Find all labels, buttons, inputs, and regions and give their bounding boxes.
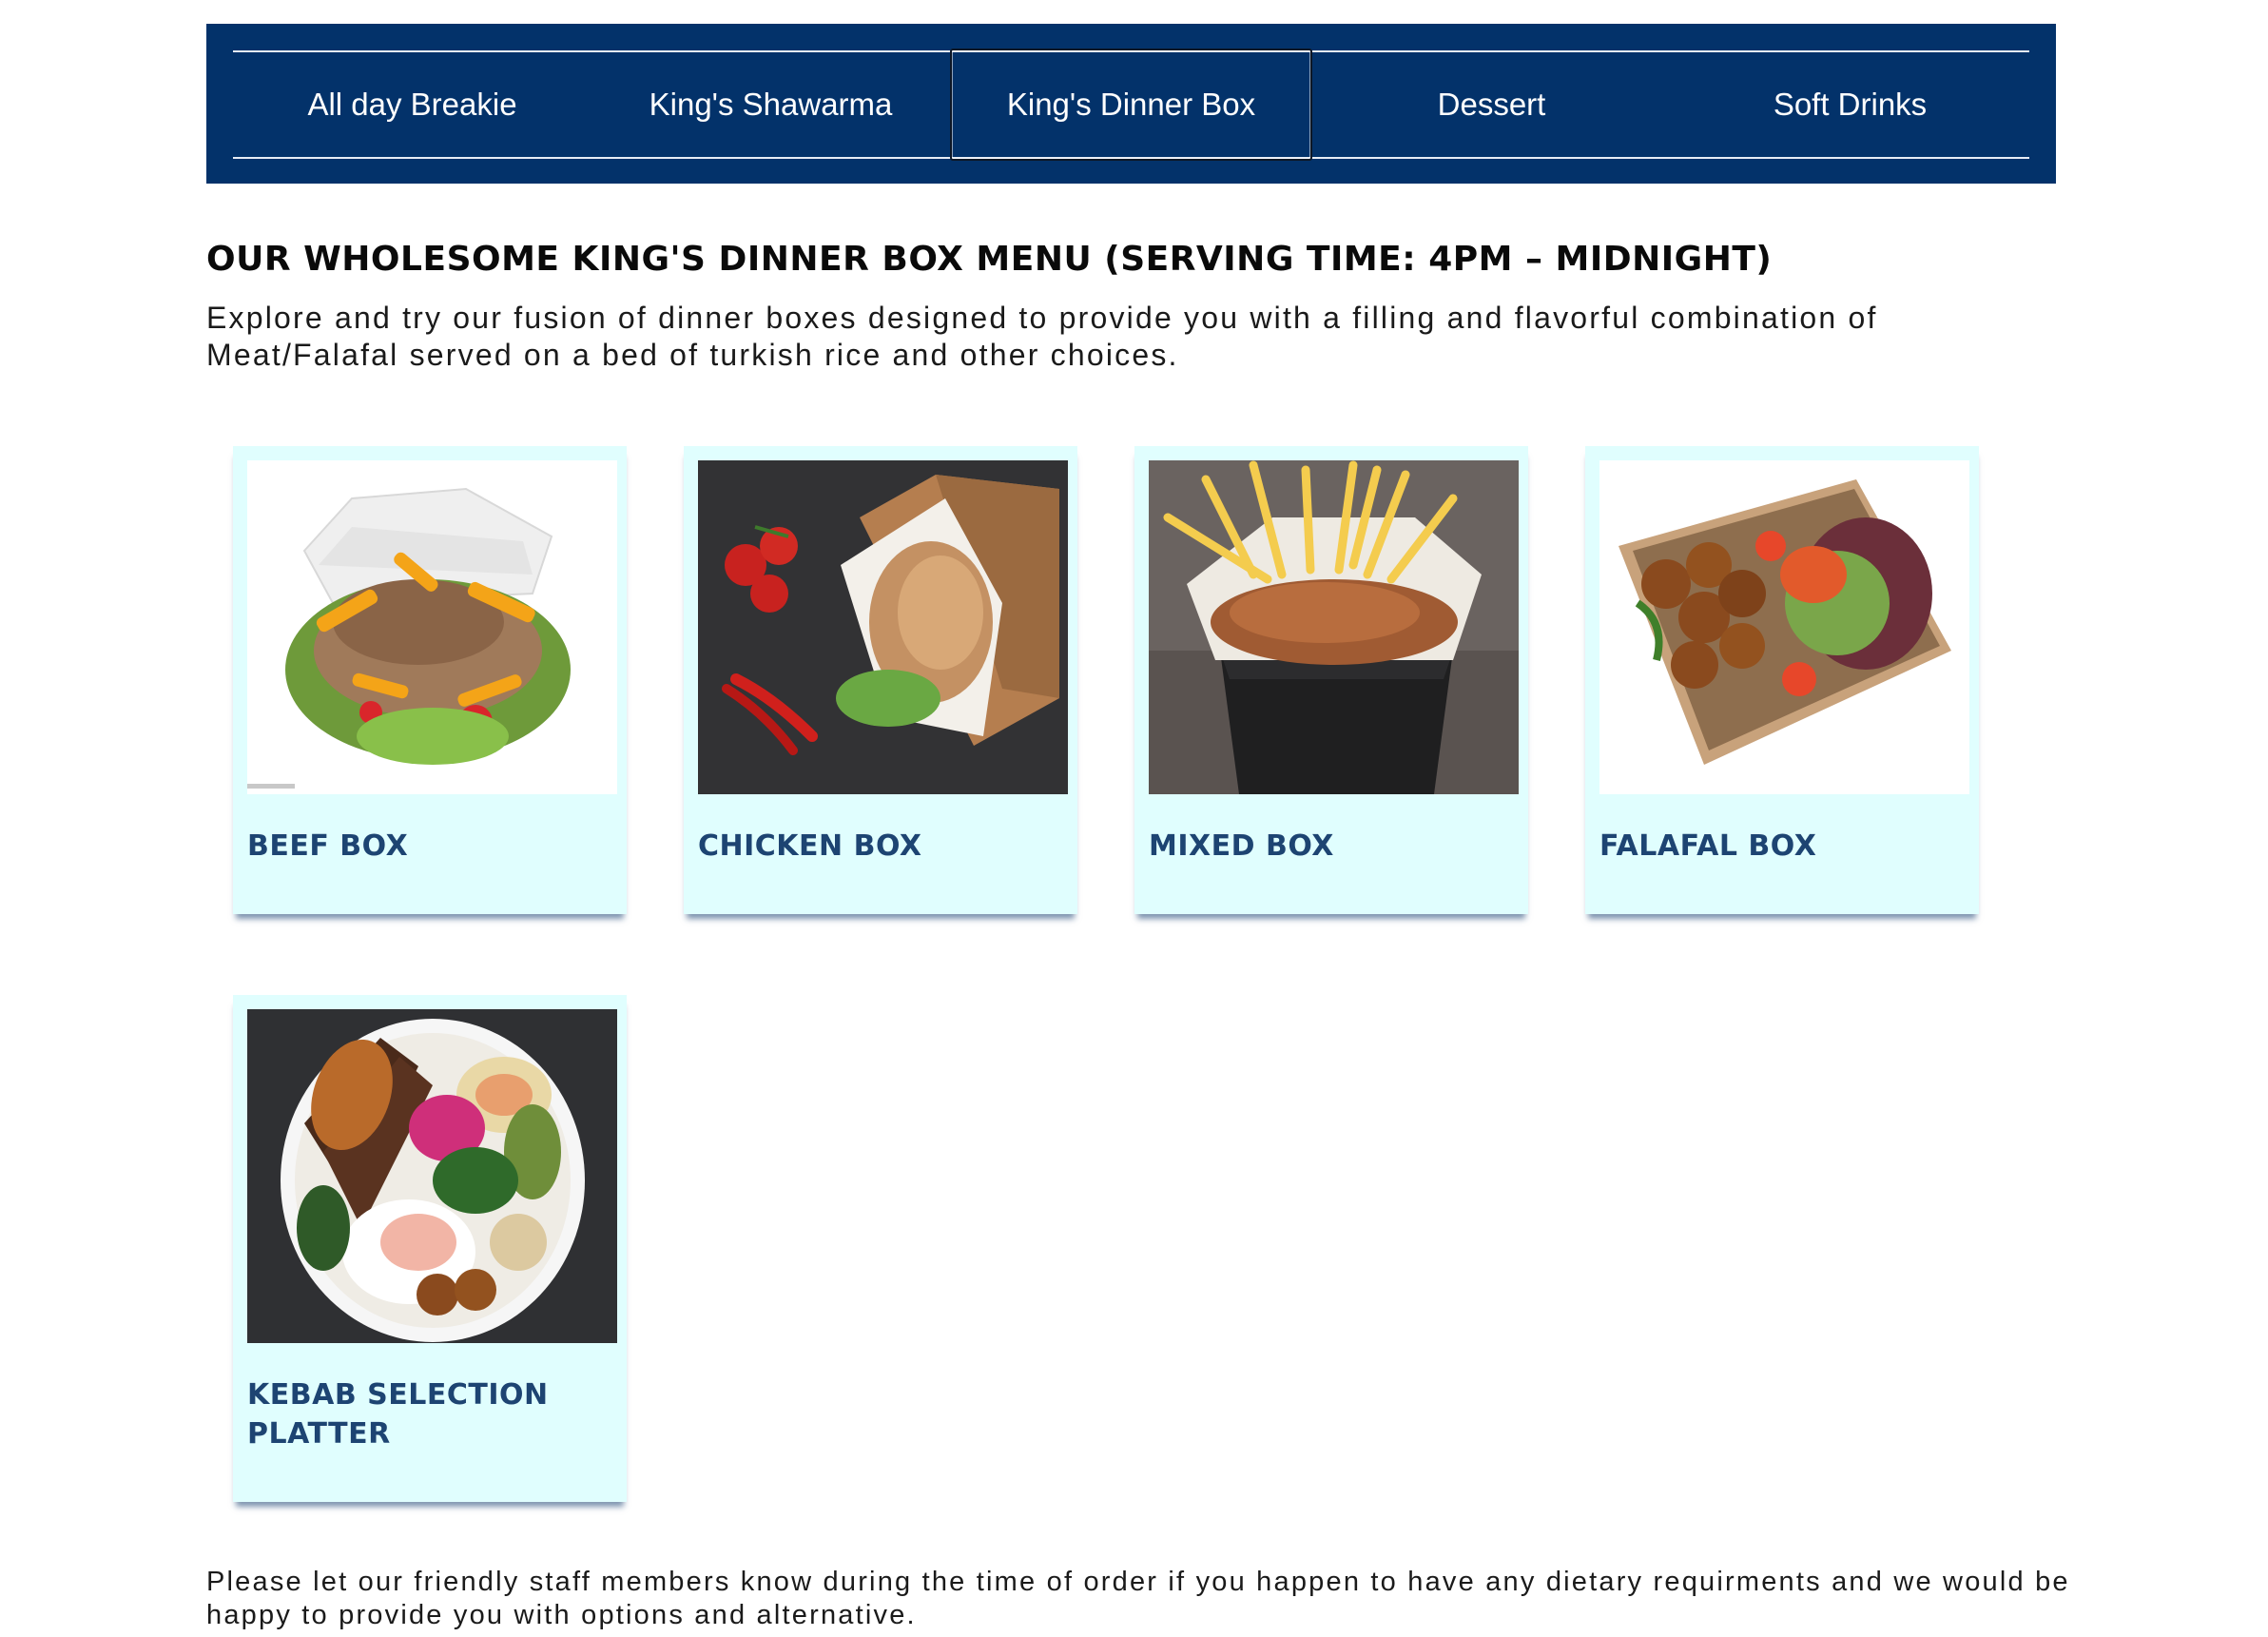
menu-card-beef-box[interactable]: BEEF BOX [233, 446, 627, 914]
menu-card-chicken-box[interactable]: CHICKEN BOX [684, 446, 1077, 914]
category-tab-bar: All day Breakie King's Shawarma King's D… [206, 24, 2056, 184]
menu-card-falafal-box[interactable]: FALAFAL BOX [1585, 446, 1979, 914]
tab-soft-drinks[interactable]: Soft Drinks [1671, 52, 2029, 157]
section-intro: Explore and try our fusion of dinner box… [206, 301, 1878, 372]
chicken-box-photo [698, 460, 1068, 794]
dietary-note: Please let our friendly staff members kn… [206, 1567, 2070, 1630]
menu-card-title: FALAFAL BOX [1599, 829, 1817, 863]
tab-kings-shawarma[interactable]: King's Shawarma [591, 52, 950, 157]
menu-card-mixed-box[interactable]: MIXED BOX [1134, 446, 1528, 914]
menu-page: All day Breakie King's Shawarma King's D… [0, 0, 2268, 1637]
beef-box-photo [247, 460, 617, 794]
menu-card-title: BEEF BOX [247, 829, 409, 863]
tab-all-day-breakie[interactable]: All day Breakie [233, 52, 591, 157]
menu-card-kebab-selection-platter[interactable]: KEBAB SELECTION PLATTER [233, 995, 627, 1502]
mixed-box-photo [1149, 460, 1519, 794]
menu-card-title: KEBAB SELECTION PLATTER [247, 1378, 549, 1451]
tab-kings-dinner-box[interactable]: King's Dinner Box [950, 49, 1312, 161]
falafal-box-photo [1599, 460, 1969, 794]
tab-dessert[interactable]: Dessert [1312, 52, 1671, 157]
menu-card-title: CHICKEN BOX [698, 829, 922, 863]
kebab-platter-photo [247, 1009, 617, 1343]
category-tab-list: All day Breakie King's Shawarma King's D… [233, 49, 2029, 161]
section-heading: OUR WHOLESOME KING'S DINNER BOX MENU (SE… [206, 240, 1773, 279]
menu-card-title: MIXED BOX [1149, 829, 1334, 863]
